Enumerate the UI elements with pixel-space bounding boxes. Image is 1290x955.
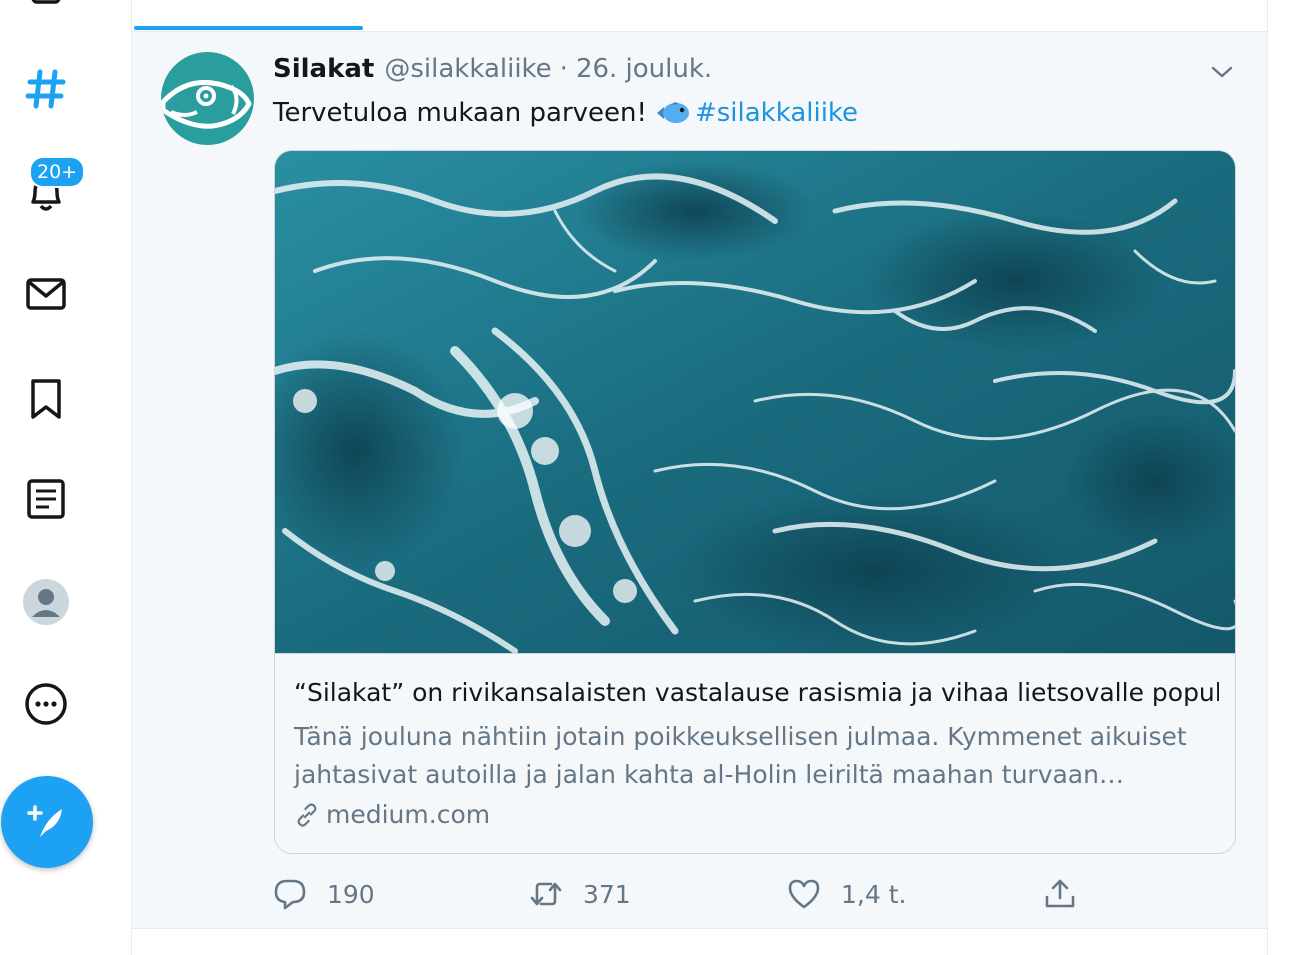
- more-options-icon[interactable]: [19, 677, 73, 731]
- next-tweet-row[interactable]: [132, 929, 1267, 955]
- tweet-timestamp[interactable]: 26. jouluk.: [576, 54, 712, 84]
- like-button[interactable]: 1,4 t.: [787, 872, 906, 916]
- notifications-count-badge: 20+: [29, 156, 86, 188]
- card-domain-text: medium.com: [326, 800, 491, 829]
- card-domain: medium.com: [294, 798, 490, 832]
- card-image-ocean-waves: [275, 151, 1235, 653]
- messages-envelope-icon[interactable]: [19, 267, 73, 321]
- retweet-count: 371: [583, 879, 631, 909]
- tweet[interactable]: Silakat @silakkaliike · 26. jouluk. Terv…: [132, 32, 1267, 929]
- explore-hashtag-icon[interactable]: [19, 62, 73, 116]
- author-handle[interactable]: @silakkaliike: [384, 54, 551, 84]
- profile-avatar-icon[interactable]: [19, 575, 73, 629]
- left-sidebar: 20+: [0, 0, 130, 955]
- share-button[interactable]: [1043, 872, 1097, 916]
- tweet-text: Tervetuloa mukaan parveen! #silakkaliike: [273, 95, 858, 137]
- card-body: “Silakat” on rivikansalaisten vastalause…: [275, 653, 1235, 853]
- tweet-header: Silakat @silakkaliike · 26. jouluk.: [273, 54, 712, 90]
- retweet-icon: [530, 882, 562, 906]
- bookmarks-icon[interactable]: [19, 372, 73, 426]
- reply-count: 190: [327, 879, 375, 909]
- hashtag-link[interactable]: #silakkaliike: [695, 98, 858, 128]
- header-separator: ·: [559, 54, 568, 84]
- compose-tweet-button[interactable]: [1, 776, 93, 868]
- author-name[interactable]: Silakat: [273, 54, 374, 84]
- active-tab-indicator: [134, 26, 363, 30]
- tweet-menu-caret[interactable]: [1204, 54, 1240, 90]
- retweet-button[interactable]: 371: [529, 872, 631, 916]
- heart-icon: [788, 879, 820, 909]
- like-count: 1,4 t.: [841, 879, 907, 909]
- home-icon[interactable]: [19, 0, 73, 16]
- reply-bubble-icon: [274, 879, 306, 910]
- timeline-column: Silakat @silakkaliike · 26. jouluk. Terv…: [131, 0, 1268, 955]
- chevron-down-icon: [1211, 66, 1233, 78]
- timeline-tabs: [132, 0, 1267, 32]
- fish-emoji-icon: [655, 99, 691, 137]
- card-description: Tänä jouluna nähtiin jotain poikkeuksell…: [294, 722, 1187, 789]
- compose-quill-icon: [27, 805, 62, 837]
- author-avatar[interactable]: [161, 52, 254, 145]
- reply-button[interactable]: 190: [273, 872, 375, 916]
- card-title: “Silakat” on rivikansalaisten vastalause…: [294, 678, 1219, 707]
- lists-icon[interactable]: [19, 472, 73, 526]
- link-icon: [297, 803, 317, 827]
- link-preview-card[interactable]: “Silakat” on rivikansalaisten vastalause…: [274, 150, 1236, 854]
- tweet-actions: 190 371 1,4 t.: [273, 872, 1233, 916]
- fish-logo-icon: [161, 79, 252, 129]
- share-upload-icon: [1045, 879, 1075, 908]
- tweet-text-body: Tervetuloa mukaan parveen!: [273, 98, 647, 128]
